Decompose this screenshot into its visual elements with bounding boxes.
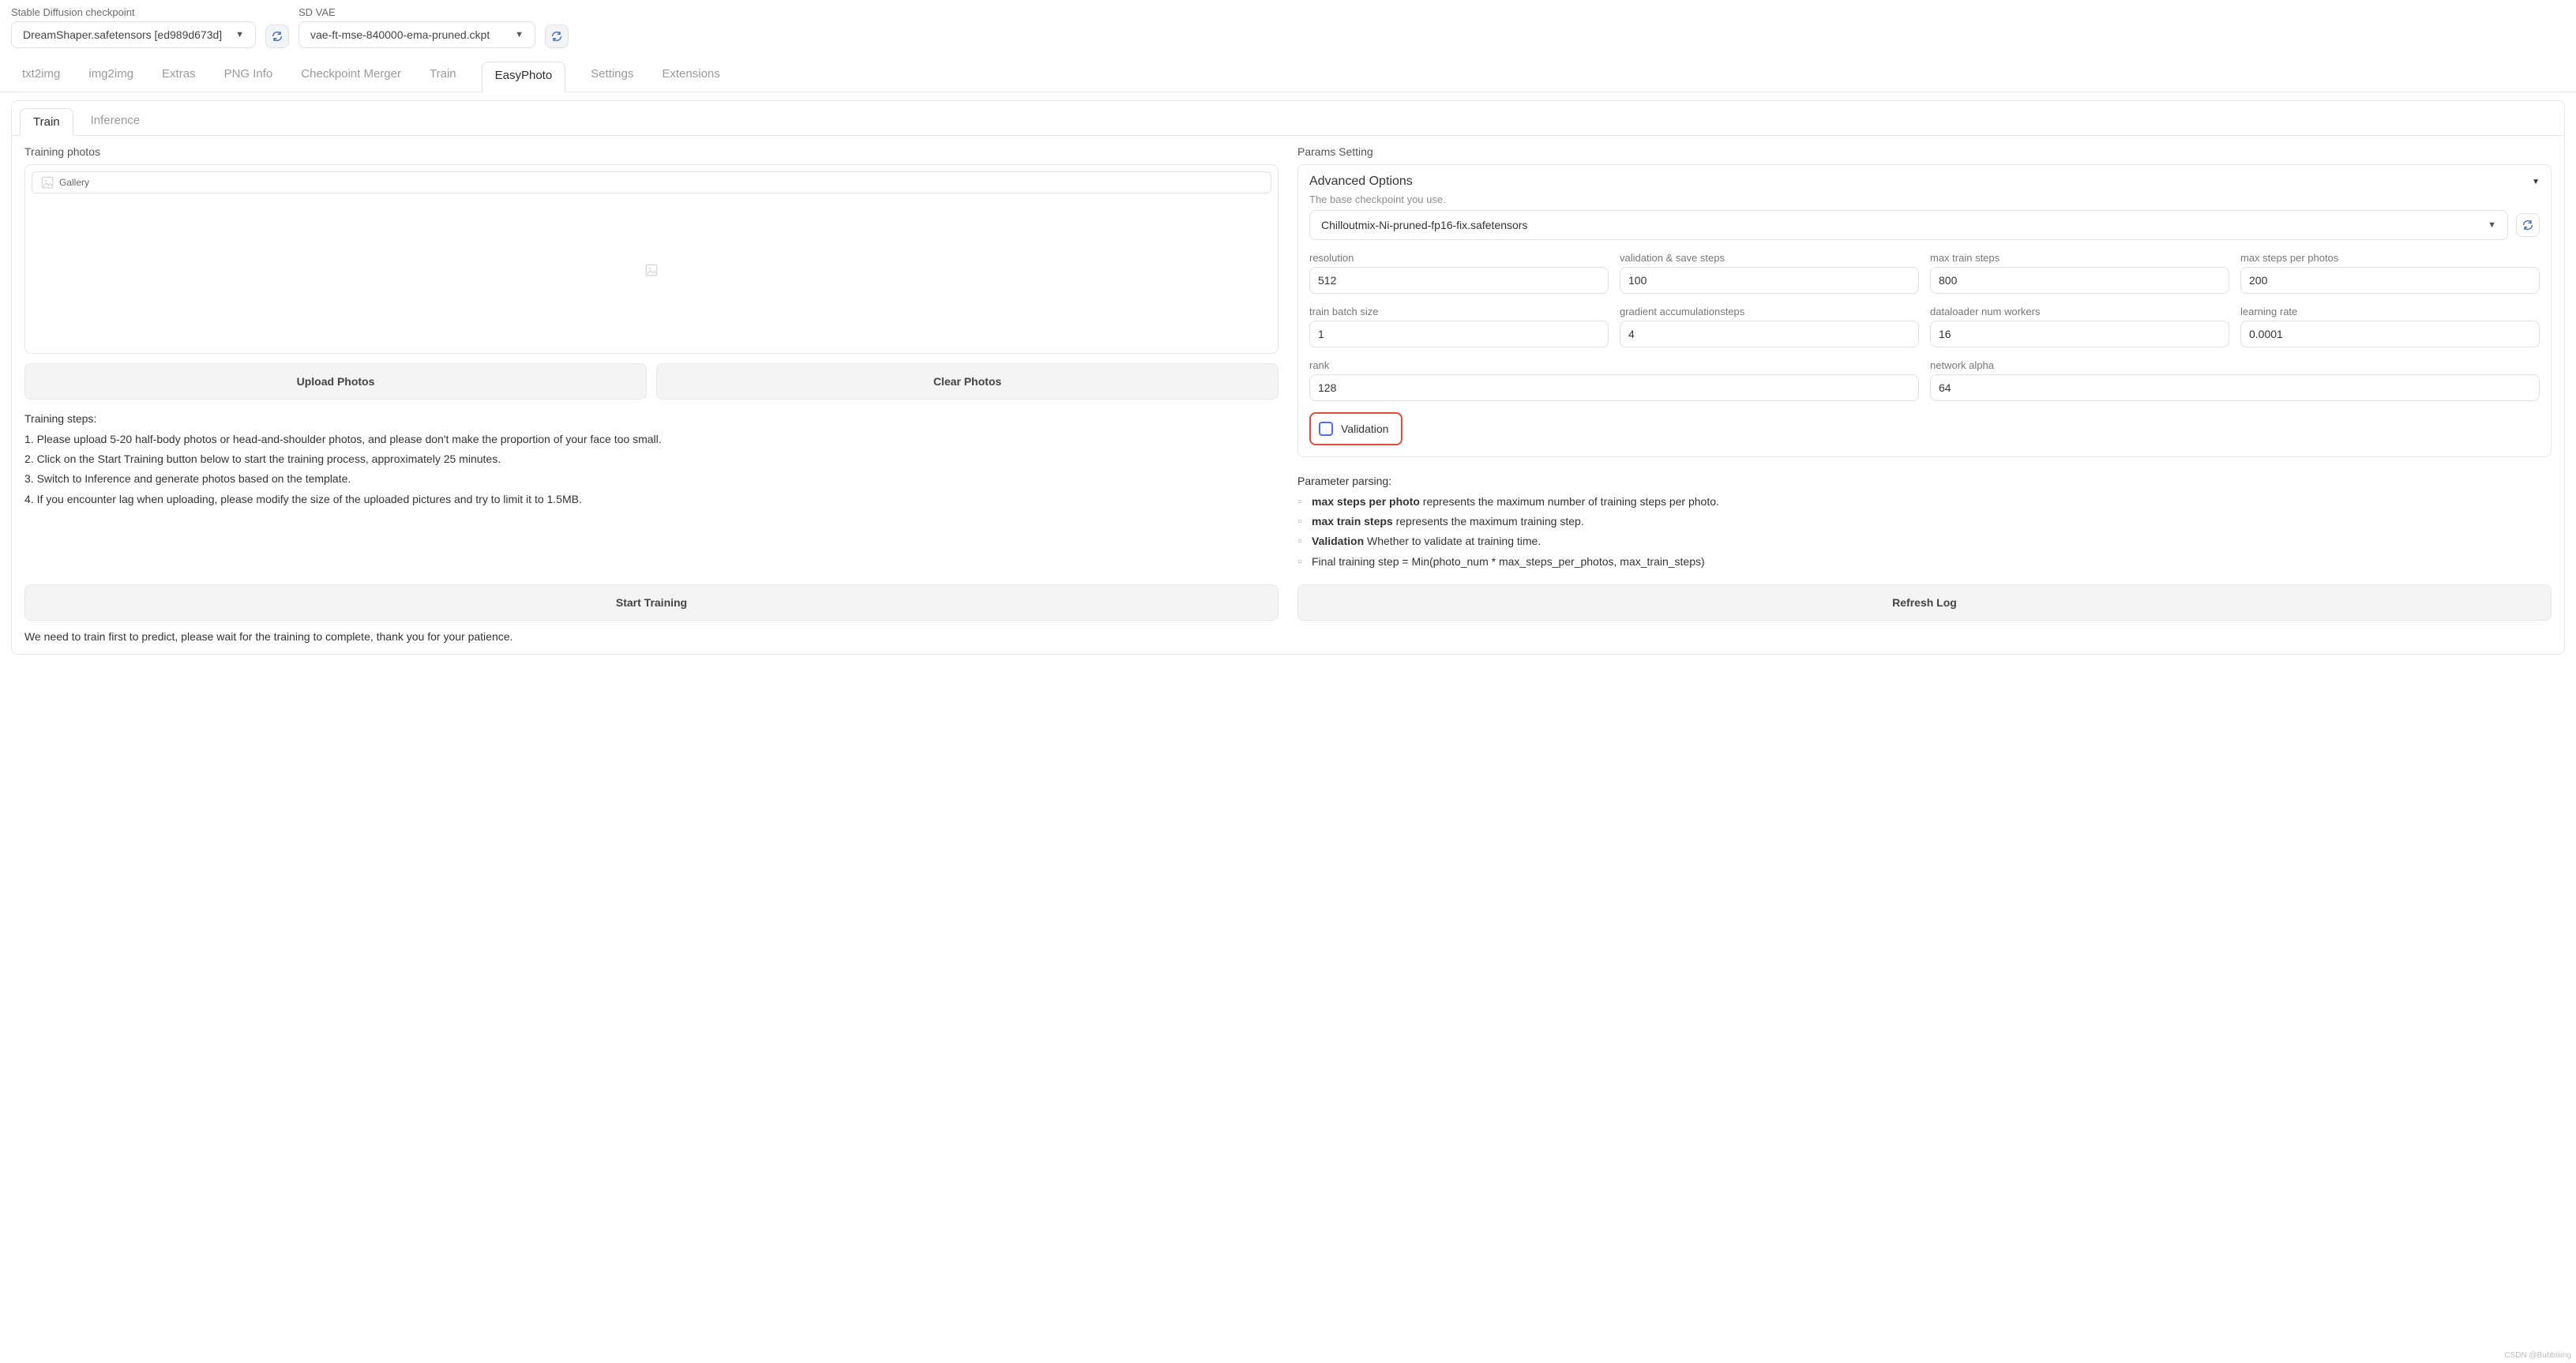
validation-label: Validation <box>1341 422 1388 435</box>
tab-train[interactable]: Train <box>426 61 460 92</box>
parsing-item-2: max train steps represents the maximum t… <box>1297 512 2552 531</box>
learning-rate-input[interactable] <box>2240 321 2540 347</box>
validation-highlight: Validation <box>1309 412 1403 445</box>
refresh-vae-button[interactable] <box>545 24 569 48</box>
training-step-1: 1. Please upload 5-20 half-body photos o… <box>24 430 1279 449</box>
tab-checkpoint-merger[interactable]: Checkpoint Merger <box>298 61 404 92</box>
main-tabs: txt2img img2img Extras PNG Info Checkpoi… <box>0 51 2576 92</box>
max-steps-per-photos-input[interactable] <box>2240 267 2540 294</box>
resolution-input[interactable] <box>1309 267 1609 294</box>
gradient-accumulation-label: gradient accumulationsteps <box>1620 306 1744 317</box>
refresh-checkpoint-button[interactable] <box>265 24 289 48</box>
train-batch-size-label: train batch size <box>1309 306 1378 317</box>
max-steps-per-photos-label: max steps per photos <box>2240 252 2338 264</box>
training-step-2: 2. Click on the Start Training button be… <box>24 449 1279 469</box>
network-alpha-label: network alpha <box>1930 359 1994 371</box>
image-icon <box>40 175 54 190</box>
tab-pnginfo[interactable]: PNG Info <box>221 61 276 92</box>
dataloader-workers-input[interactable] <box>1930 321 2229 347</box>
rank-input[interactable] <box>1309 374 1919 401</box>
start-training-button[interactable]: Start Training <box>24 584 1279 621</box>
base-checkpoint-dropdown[interactable]: Chilloutmix-Ni-pruned-fp16-fix.safetenso… <box>1309 210 2508 240</box>
training-photos-title: Training photos <box>24 145 1279 158</box>
tab-easyphoto[interactable]: EasyPhoto <box>482 62 566 92</box>
base-checkpoint-label: The base checkpoint you use. <box>1309 193 2540 205</box>
validation-save-steps-input[interactable] <box>1620 267 1919 294</box>
training-step-4: 4. If you encounter lag when uploading, … <box>24 490 1279 509</box>
refresh-base-checkpoint-button[interactable] <box>2516 213 2540 237</box>
collapse-icon[interactable]: ▼ <box>2532 178 2540 186</box>
tab-extras[interactable]: Extras <box>159 61 199 92</box>
gallery-area[interactable]: Gallery <box>24 164 1279 354</box>
watermark: CSDN @Bubbliiing <box>2504 1351 2571 1360</box>
refresh-log-button[interactable]: Refresh Log <box>1297 584 2552 621</box>
sd-vae-dropdown[interactable]: vae-ft-mse-840000-ema-pruned.ckpt ▼ <box>299 21 535 48</box>
training-note: We need to train first to predict, pleas… <box>12 621 2564 643</box>
tab-img2img[interactable]: img2img <box>85 61 137 92</box>
parsing-item-4: Final training step = Min(photo_num * ma… <box>1297 552 2552 572</box>
training-steps-title: Training steps: <box>24 412 1279 425</box>
parsing-item-1: max steps per photo represents the maxim… <box>1297 492 2552 512</box>
gallery-label: Gallery <box>59 177 89 188</box>
image-placeholder-icon <box>644 263 659 277</box>
refresh-icon <box>550 30 563 43</box>
subtab-train[interactable]: Train <box>20 108 73 136</box>
gradient-accumulation-input[interactable] <box>1620 321 1919 347</box>
chevron-down-icon: ▼ <box>515 30 524 39</box>
training-step-3: 3. Switch to Inference and generate phot… <box>24 469 1279 489</box>
validation-save-steps-label: validation & save steps <box>1620 252 1725 264</box>
sd-checkpoint-dropdown[interactable]: DreamShaper.safetensors [ed989d673d] ▼ <box>11 21 256 48</box>
learning-rate-label: learning rate <box>2240 306 2297 317</box>
dataloader-workers-label: dataloader num workers <box>1930 306 2040 317</box>
chevron-down-icon: ▼ <box>235 30 244 39</box>
subtab-inference[interactable]: Inference <box>78 107 153 135</box>
parsing-item-3: Validation Whether to validate at traini… <box>1297 531 2552 551</box>
refresh-icon <box>271 30 284 43</box>
train-batch-size-input[interactable] <box>1309 321 1609 347</box>
sub-tabs: Train Inference <box>12 101 2564 136</box>
max-train-steps-input[interactable] <box>1930 267 2229 294</box>
sd-checkpoint-value: DreamShaper.safetensors [ed989d673d] <box>23 28 222 41</box>
params-setting-title: Params Setting <box>1297 145 2552 158</box>
refresh-icon <box>2522 219 2534 231</box>
tab-settings[interactable]: Settings <box>588 61 636 92</box>
base-checkpoint-value: Chilloutmix-Ni-pruned-fp16-fix.safetenso… <box>1321 219 1527 231</box>
sd-vae-value: vae-ft-mse-840000-ema-pruned.ckpt <box>310 28 490 41</box>
upload-photos-button[interactable]: Upload Photos <box>24 363 647 400</box>
validation-checkbox[interactable] <box>1319 422 1333 436</box>
sd-checkpoint-label: Stable Diffusion checkpoint <box>11 6 256 18</box>
tab-extensions[interactable]: Extensions <box>659 61 723 92</box>
advanced-options-title: Advanced Options <box>1309 175 1413 189</box>
network-alpha-input[interactable] <box>1930 374 2540 401</box>
tab-txt2img[interactable]: txt2img <box>19 61 63 92</box>
max-train-steps-label: max train steps <box>1930 252 2000 264</box>
chevron-down-icon: ▼ <box>2488 220 2496 230</box>
sd-vae-label: SD VAE <box>299 6 535 18</box>
clear-photos-button[interactable]: Clear Photos <box>656 363 1279 400</box>
parameter-parsing-title: Parameter parsing: <box>1297 475 2552 487</box>
resolution-label: resolution <box>1309 252 1354 264</box>
rank-label: rank <box>1309 359 1329 371</box>
gallery-tab[interactable]: Gallery <box>32 171 1271 193</box>
